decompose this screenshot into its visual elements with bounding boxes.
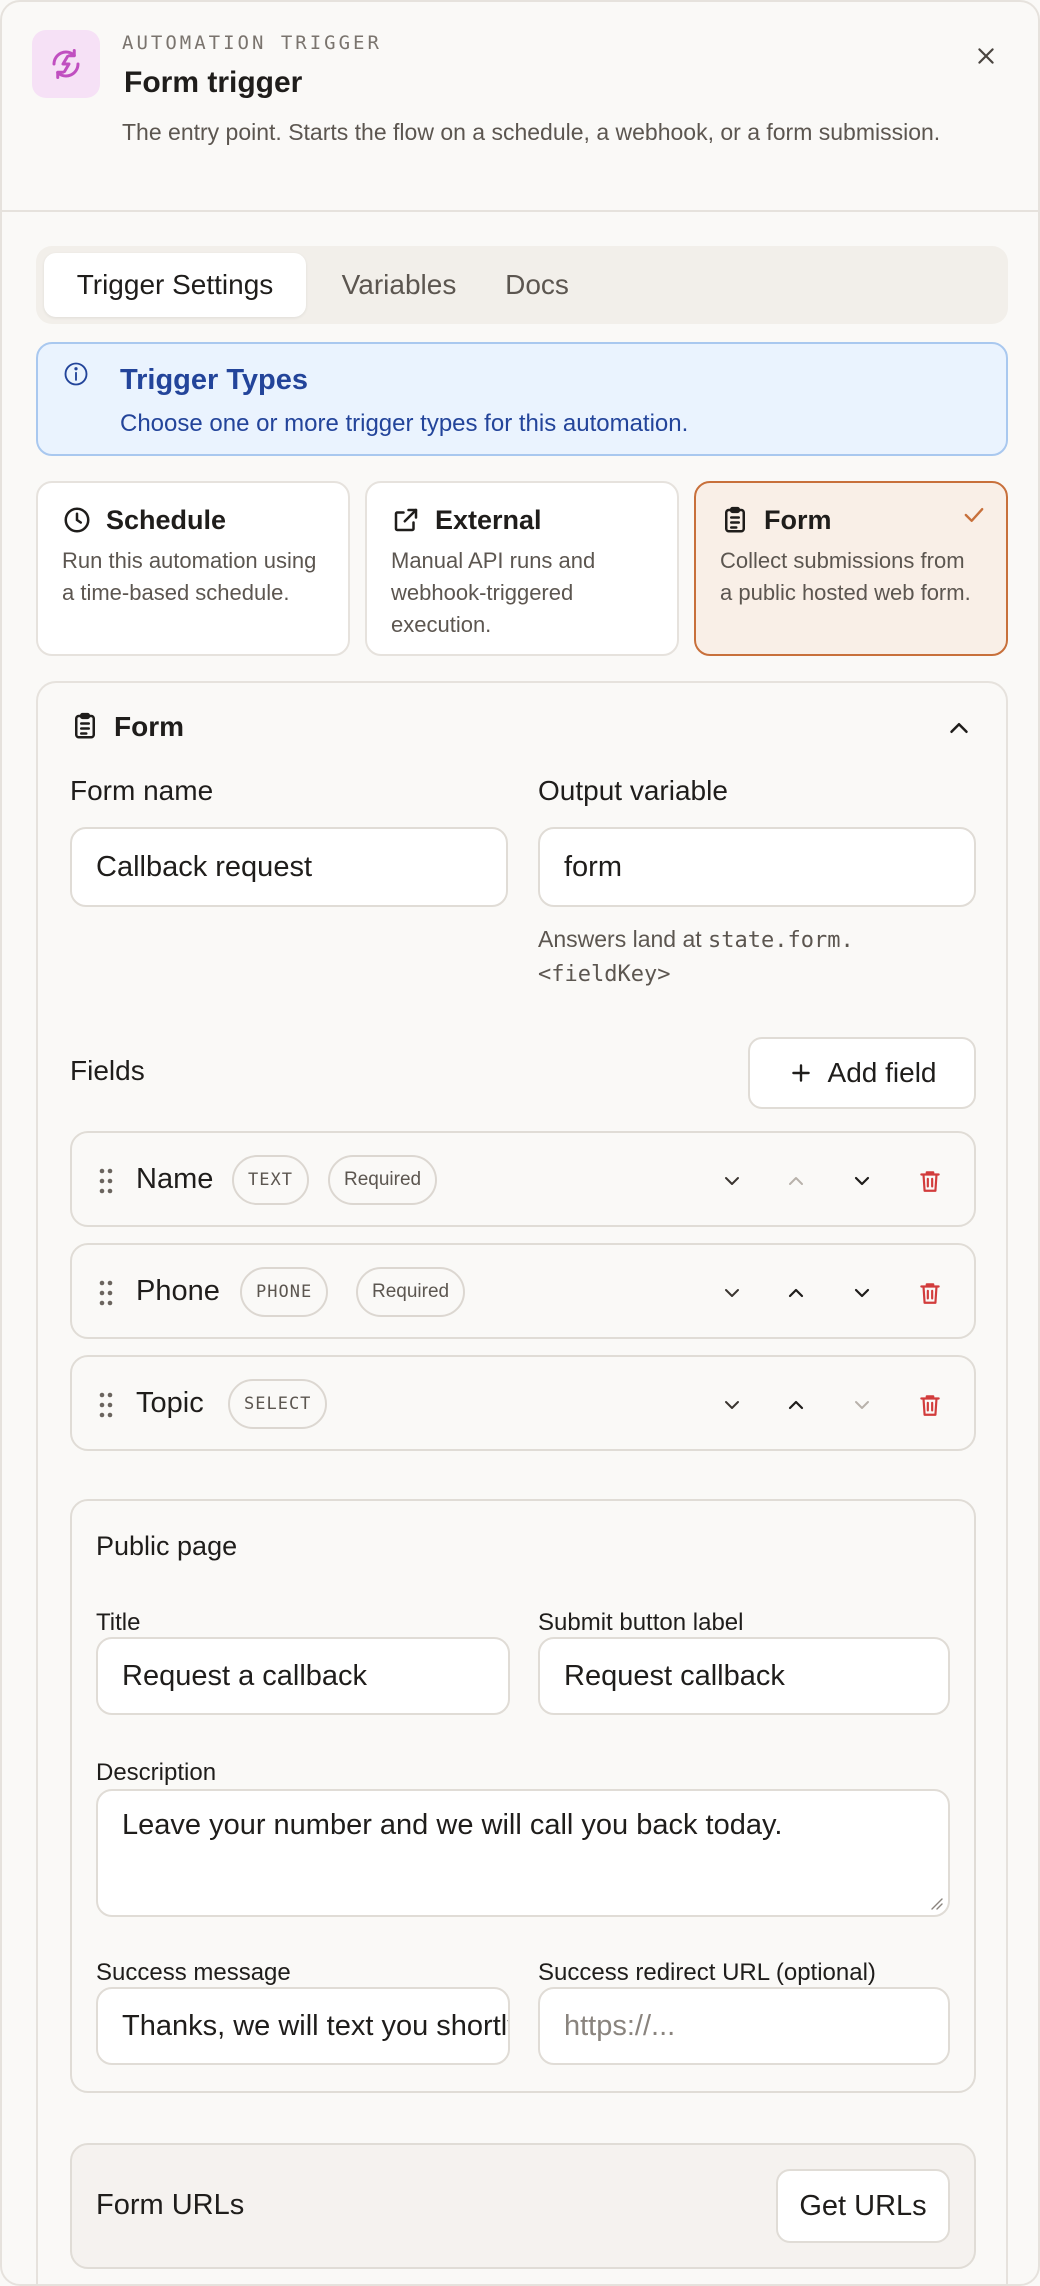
trigger-type-title: Schedule xyxy=(106,505,227,535)
bolt-refresh-icon xyxy=(32,30,100,98)
arrow-down-icon xyxy=(855,1401,869,1409)
check-icon xyxy=(964,508,984,522)
tab-docs[interactable]: Docs xyxy=(484,253,590,317)
add-field-button[interactable]: Add field xyxy=(748,1037,976,1109)
delete-field-button[interactable] xyxy=(910,1161,950,1201)
field-name: Topic xyxy=(136,1387,204,1419)
delete-field-button[interactable] xyxy=(910,1385,950,1425)
trash-icon xyxy=(920,1171,940,1192)
output-variable-label: Output variable xyxy=(538,775,728,806)
add-field-label: Add field xyxy=(827,1057,937,1088)
trash-icon xyxy=(920,1283,940,1304)
move-down-button[interactable] xyxy=(842,1161,882,1201)
move-down-button[interactable] xyxy=(842,1385,882,1425)
output-variable-hint: Answers land at state.form.<fieldKey> xyxy=(538,923,968,991)
arrow-down-icon xyxy=(854,1288,870,1298)
trigger-type-description: Run this automation using a time-based s… xyxy=(62,548,317,605)
submit-label: Submit button label xyxy=(538,1609,744,1636)
trigger-type-title: External xyxy=(435,505,542,535)
clock-icon xyxy=(64,507,90,533)
form-section: Form Form name Callback request Output v… xyxy=(36,681,1008,2284)
expand-field-button[interactable] xyxy=(712,1385,752,1425)
output-variable-input[interactable]: form xyxy=(538,827,976,907)
trigger-type-description: Manual API runs and webhook-triggered ex… xyxy=(391,548,596,637)
clipboard-icon xyxy=(725,506,745,533)
required-badge: Required xyxy=(328,1155,438,1205)
field-name: Phone xyxy=(136,1275,220,1307)
required-badge: Required xyxy=(356,1267,466,1317)
banner-title: Trigger Types xyxy=(120,364,309,396)
field-row: Phone PHONE Required xyxy=(70,1243,976,1339)
eyebrow-label: AUTOMATION TRIGGER xyxy=(122,32,382,54)
move-down-button[interactable] xyxy=(842,1273,882,1313)
form-urls-panel: Form URLs Get URLs xyxy=(70,2143,976,2269)
page-description: The entry point. Starts the flow on a sc… xyxy=(122,119,941,145)
trigger-type-form[interactable]: Form Collect submissions from a public h… xyxy=(694,481,1008,656)
get-urls-button[interactable]: Get URLs xyxy=(776,2169,950,2243)
clipboard-icon xyxy=(75,712,95,739)
external-link-icon xyxy=(394,508,418,532)
hint-text: Answers land at xyxy=(538,926,709,952)
arrow-up-icon xyxy=(788,1400,804,1410)
description-label: Description xyxy=(96,1759,217,1786)
drag-handle-icon[interactable] xyxy=(98,1279,114,1307)
panel-header: AUTOMATION TRIGGER Form trigger The entr… xyxy=(2,2,1038,212)
field-type-badge: SELECT xyxy=(228,1379,328,1429)
form-urls-title: Form URLs xyxy=(96,2189,245,2221)
chevron-up-icon[interactable] xyxy=(944,713,974,743)
field-name: Name xyxy=(136,1163,214,1195)
fields-label: Fields xyxy=(70,1055,145,1086)
trigger-panel: AUTOMATION TRIGGER Form trigger The entr… xyxy=(0,0,1040,2286)
title-label: Title xyxy=(96,1609,141,1636)
field-row: Name TEXT Required xyxy=(70,1131,976,1227)
public-page-panel: Public page Title Request a callback Sub… xyxy=(70,1499,976,2093)
move-up-button[interactable] xyxy=(776,1273,816,1313)
info-icon xyxy=(64,362,88,386)
arrow-up-icon xyxy=(788,1288,804,1298)
arrow-down-icon xyxy=(854,1176,870,1186)
tab-bar: Trigger Settings Variables Docs xyxy=(36,246,1008,324)
form-name-label: Form name xyxy=(70,775,214,806)
section-title: Form xyxy=(114,711,184,742)
trash-icon xyxy=(920,1395,940,1416)
move-up-button[interactable] xyxy=(776,1161,816,1201)
move-up-button[interactable] xyxy=(776,1385,816,1425)
success-message-input[interactable]: Thanks, we will text you shortly. xyxy=(96,1987,510,2065)
field-row: Topic SELECT xyxy=(70,1355,976,1451)
form-name-input[interactable]: Callback request xyxy=(70,827,508,907)
chevron-down-icon xyxy=(725,1289,739,1297)
field-type-badge: TEXT xyxy=(232,1155,309,1205)
redirect-url-input[interactable]: https://... xyxy=(538,1987,950,2065)
arrow-up-icon xyxy=(789,1177,803,1185)
banner-text: Choose one or more trigger types for thi… xyxy=(120,410,689,437)
drag-handle-icon[interactable] xyxy=(98,1167,114,1195)
expand-field-button[interactable] xyxy=(712,1273,752,1313)
success-message-label: Success message xyxy=(96,1959,291,1986)
chevron-down-icon xyxy=(725,1177,739,1185)
title-input[interactable]: Request a callback xyxy=(96,1637,510,1715)
field-type-badge: PHONE xyxy=(240,1267,329,1317)
description-value: Leave your number and we will call you b… xyxy=(122,1809,783,1841)
trigger-type-title: Form xyxy=(764,505,832,535)
resize-handle-icon[interactable] xyxy=(928,1895,944,1911)
plus-icon xyxy=(791,1064,810,1082)
submit-label-input[interactable]: Request callback xyxy=(538,1637,950,1715)
close-icon xyxy=(978,48,994,64)
redirect-url-label: Success redirect URL (optional) xyxy=(538,1959,876,1986)
expand-field-button[interactable] xyxy=(712,1161,752,1201)
delete-field-button[interactable] xyxy=(910,1273,950,1313)
trigger-type-schedule[interactable]: Schedule Run this automation using a tim… xyxy=(36,481,350,656)
public-page-title: Public page xyxy=(96,1531,238,1561)
close-button[interactable] xyxy=(968,38,1004,74)
drag-handle-icon[interactable] xyxy=(98,1391,114,1419)
description-textarea[interactable]: Leave your number and we will call you b… xyxy=(96,1789,950,1917)
trigger-type-external[interactable]: External Manual API runs and webhook-tri… xyxy=(365,481,679,656)
tab-variables[interactable]: Variables xyxy=(324,253,474,317)
info-banner: Trigger Types Choose one or more trigger… xyxy=(36,342,1008,456)
tab-trigger-settings[interactable]: Trigger Settings xyxy=(44,253,306,317)
page-title: Form trigger xyxy=(124,66,303,99)
trigger-type-description: Collect submissions from a public hosted… xyxy=(720,548,971,605)
chevron-down-icon xyxy=(725,1401,739,1409)
